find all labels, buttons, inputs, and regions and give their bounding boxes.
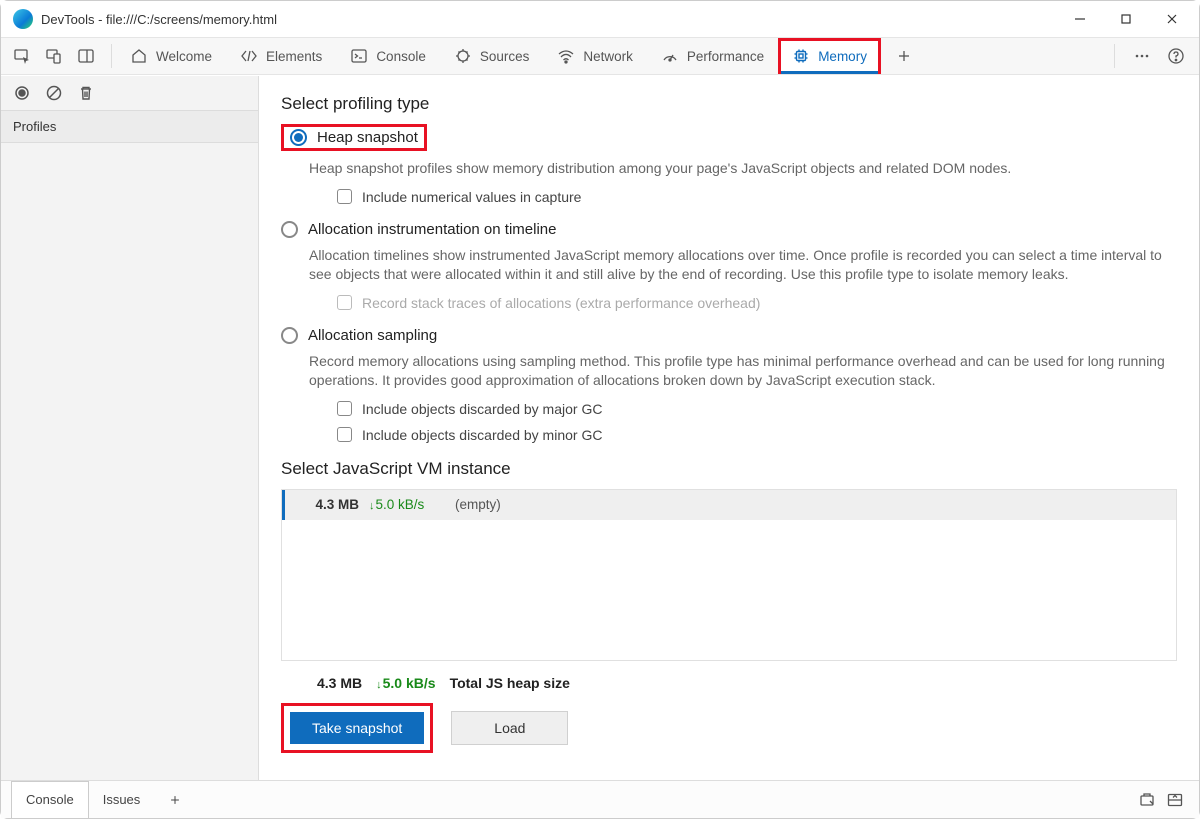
plus-icon (895, 47, 913, 65)
drawer: Console Issues (1, 780, 1199, 818)
sampling-chk2-label: Include objects discarded by minor GC (362, 427, 602, 443)
checkbox-icon (337, 295, 352, 310)
computed-styles-icon[interactable] (1133, 786, 1161, 814)
main-panel: Select profiling type Heap snapshot Heap… (259, 76, 1199, 780)
timeline-chk1-row: Record stack traces of allocations (extr… (337, 295, 1177, 311)
sidebar-heading: Profiles (1, 110, 258, 143)
tab-network[interactable]: Network (543, 38, 647, 74)
vm-rate: 5.0 kB/s (359, 497, 447, 512)
total-label: Total JS heap size (450, 675, 570, 691)
take-snapshot-highlight: Take snapshot (281, 703, 433, 753)
clear-icon[interactable] (41, 80, 67, 106)
option-sampling-title: Allocation sampling (308, 327, 437, 344)
elements-icon (240, 47, 258, 65)
sources-icon (454, 47, 472, 65)
record-icon[interactable] (9, 80, 35, 106)
expand-drawer-icon[interactable] (1161, 786, 1189, 814)
sampling-chk1-label: Include objects discarded by major GC (362, 401, 602, 417)
tab-console[interactable]: Console (336, 38, 440, 74)
option-heap-desc: Heap snapshot profiles show memory distr… (309, 159, 1177, 179)
option-sampling: Allocation sampling Record memory alloca… (281, 327, 1177, 443)
tab-sources[interactable]: Sources (440, 38, 544, 74)
sidebar-toolbar (1, 76, 258, 110)
tab-elements[interactable]: Elements (226, 38, 336, 74)
tab-memory[interactable]: Memory (778, 38, 881, 74)
sampling-chk1-row[interactable]: Include objects discarded by major GC (337, 401, 1177, 417)
option-sampling-desc: Record memory allocations using sampling… (309, 352, 1177, 391)
total-size: 4.3 MB (317, 675, 362, 691)
radio-sampling[interactable] (281, 327, 298, 344)
option-timeline: Allocation instrumentation on timeline A… (281, 221, 1177, 311)
vm-list: 4.3 MB 5.0 kB/s (empty) (281, 489, 1177, 661)
option-timeline-title: Allocation instrumentation on timeline (308, 221, 556, 238)
timeline-chk1-label: Record stack traces of allocations (extr… (362, 295, 760, 311)
option-heap-header[interactable]: Heap snapshot (281, 124, 427, 151)
load-button[interactable]: Load (451, 711, 568, 745)
checkbox-icon[interactable] (337, 427, 352, 442)
home-icon (130, 47, 148, 65)
option-heap: Heap snapshot Heap snapshot profiles sho… (281, 124, 1177, 205)
drawer-tab-issues[interactable]: Issues (89, 781, 155, 818)
option-sampling-header[interactable]: Allocation sampling (281, 327, 1177, 344)
totals-row: 4.3 MB 5.0 kB/s Total JS heap size (281, 661, 1177, 703)
option-timeline-header[interactable]: Allocation instrumentation on timeline (281, 221, 1177, 238)
option-timeline-desc: Allocation timelines show instrumented J… (309, 246, 1177, 285)
delete-icon[interactable] (73, 80, 99, 106)
dock-side-icon[interactable] (71, 41, 101, 71)
close-button[interactable] (1149, 1, 1195, 37)
inspect-icon[interactable] (7, 41, 37, 71)
device-toggle-icon[interactable] (39, 41, 69, 71)
console-icon (350, 47, 368, 65)
window-controls (1057, 1, 1195, 37)
sidebar: Profiles (1, 76, 259, 780)
profiling-heading: Select profiling type (281, 94, 1177, 114)
checkbox-icon[interactable] (337, 401, 352, 416)
more-icon[interactable] (1127, 41, 1157, 71)
heap-chk1-row[interactable]: Include numerical values in capture (337, 189, 1177, 205)
sampling-chk2-row[interactable]: Include objects discarded by minor GC (337, 427, 1177, 443)
titlebar: DevTools - file:///C:/screens/memory.htm… (1, 1, 1199, 37)
network-icon (557, 47, 575, 65)
tabbar: Welcome Elements Console Sources Network… (1, 37, 1199, 75)
drawer-tab-console[interactable]: Console (11, 781, 89, 818)
vm-size: 4.3 MB (285, 497, 359, 512)
maximize-button[interactable] (1103, 1, 1149, 37)
tab-welcome[interactable]: Welcome (116, 38, 226, 74)
minimize-button[interactable] (1057, 1, 1103, 37)
vm-name: (empty) (447, 497, 501, 512)
window-title: DevTools - file:///C:/screens/memory.htm… (41, 12, 1057, 27)
new-tab-button[interactable] (881, 38, 927, 74)
heap-chk1-label: Include numerical values in capture (362, 189, 581, 205)
tab-performance[interactable]: Performance (647, 38, 778, 74)
option-heap-title: Heap snapshot (317, 129, 418, 146)
app-icon (13, 9, 33, 29)
radio-timeline[interactable] (281, 221, 298, 238)
vm-heading: Select JavaScript VM instance (281, 459, 1177, 479)
memory-icon (792, 47, 810, 65)
help-icon[interactable] (1161, 41, 1191, 71)
radio-heap[interactable] (290, 129, 307, 146)
drawer-add-button[interactable] (154, 781, 196, 818)
checkbox-icon[interactable] (337, 189, 352, 204)
actions-row: Take snapshot Load (281, 703, 1177, 753)
total-rate: 5.0 kB/s (376, 675, 435, 691)
take-snapshot-button[interactable]: Take snapshot (290, 712, 424, 744)
performance-icon (661, 47, 679, 65)
vm-row[interactable]: 4.3 MB 5.0 kB/s (empty) (282, 490, 1176, 520)
